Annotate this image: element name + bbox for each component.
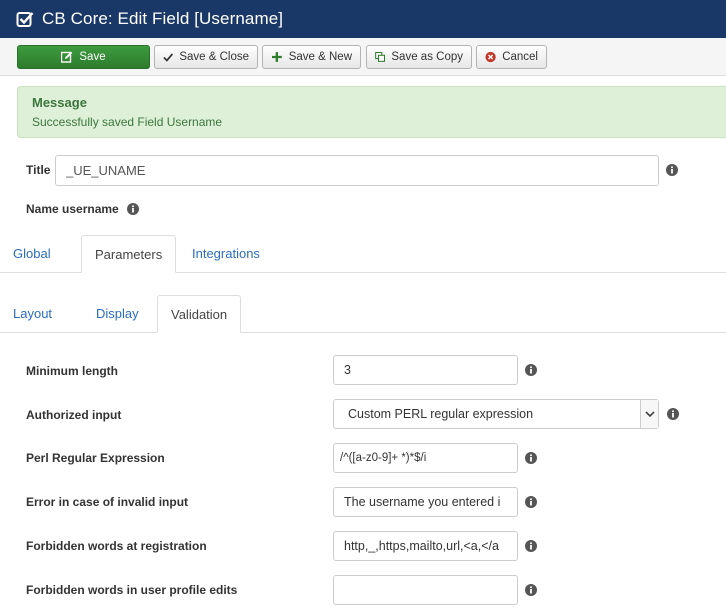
save-new-button-label: Save & New bbox=[288, 51, 352, 63]
forbidden-edit-input[interactable] bbox=[333, 575, 518, 605]
perl-regex-label: Perl Regular Expression bbox=[26, 451, 165, 465]
page-header: CB Core: Edit Field [Username] bbox=[0, 0, 726, 38]
tab-validation[interactable]: Validation bbox=[157, 295, 242, 333]
title-label: Title bbox=[26, 163, 51, 177]
name-label: Name username bbox=[26, 202, 119, 216]
plus-icon bbox=[271, 52, 282, 62]
authorized-input-label: Authorized input bbox=[26, 408, 122, 422]
min-length-input[interactable] bbox=[333, 355, 518, 385]
cancel-button-label: Cancel bbox=[502, 51, 538, 63]
save-close-button[interactable]: Save & Close bbox=[154, 45, 258, 69]
info-icon[interactable] bbox=[127, 203, 139, 215]
message-heading: Message bbox=[32, 95, 87, 110]
info-icon[interactable] bbox=[525, 540, 537, 552]
save-button-label: Save bbox=[79, 51, 106, 63]
tab-display[interactable]: Display bbox=[83, 295, 152, 332]
save-copy-button[interactable]: Save as Copy bbox=[366, 45, 472, 69]
toolbar: Save Save & Close Save & New Save as Cop… bbox=[0, 38, 726, 76]
sub-tabs: Layout Display Validation bbox=[0, 295, 726, 333]
save-new-button[interactable]: Save & New bbox=[262, 45, 361, 69]
edit-icon bbox=[61, 51, 73, 63]
chevron-down-icon bbox=[640, 400, 658, 428]
success-message: Message Successfully saved Field Usernam… bbox=[17, 86, 726, 138]
save-copy-button-label: Save as Copy bbox=[391, 51, 463, 63]
forbidden-edit-label: Forbidden words in user profile edits bbox=[26, 583, 238, 597]
page-title: CB Core: Edit Field [Username] bbox=[42, 9, 284, 28]
copy-icon bbox=[375, 51, 386, 62]
checkmark-icon bbox=[163, 53, 174, 62]
title-input[interactable] bbox=[55, 155, 659, 186]
tab-global[interactable]: Global bbox=[0, 235, 64, 272]
save-button[interactable]: Save bbox=[17, 45, 150, 69]
tab-parameters[interactable]: Parameters bbox=[81, 235, 177, 273]
checkbox-edit-icon bbox=[16, 12, 34, 27]
authorized-input-value: Custom PERL regular expression bbox=[348, 407, 534, 421]
forbidden-registration-label: Forbidden words at registration bbox=[26, 539, 207, 553]
info-icon[interactable] bbox=[525, 584, 537, 596]
info-icon[interactable] bbox=[667, 408, 679, 420]
authorized-input-select[interactable]: Custom PERL regular expression bbox=[333, 399, 659, 429]
tab-layout[interactable]: Layout bbox=[0, 295, 65, 332]
info-icon[interactable] bbox=[525, 452, 537, 464]
min-length-label: Minimum length bbox=[26, 364, 118, 378]
error-message-label: Error in case of invalid input bbox=[26, 495, 189, 509]
save-close-button-label: Save & Close bbox=[179, 51, 249, 63]
cancel-button[interactable]: Cancel bbox=[476, 45, 547, 69]
info-icon[interactable] bbox=[525, 364, 537, 376]
main-tabs: Global Parameters Integrations bbox=[0, 235, 726, 273]
info-icon[interactable] bbox=[666, 164, 678, 176]
perl-regex-input[interactable] bbox=[333, 443, 518, 473]
tab-integrations[interactable]: Integrations bbox=[179, 235, 273, 272]
forbidden-registration-input[interactable] bbox=[333, 531, 518, 561]
cancel-circle-icon bbox=[485, 51, 496, 63]
error-message-input[interactable] bbox=[333, 487, 518, 517]
info-icon[interactable] bbox=[525, 496, 537, 508]
message-text: Successfully saved Field Username bbox=[32, 115, 223, 129]
